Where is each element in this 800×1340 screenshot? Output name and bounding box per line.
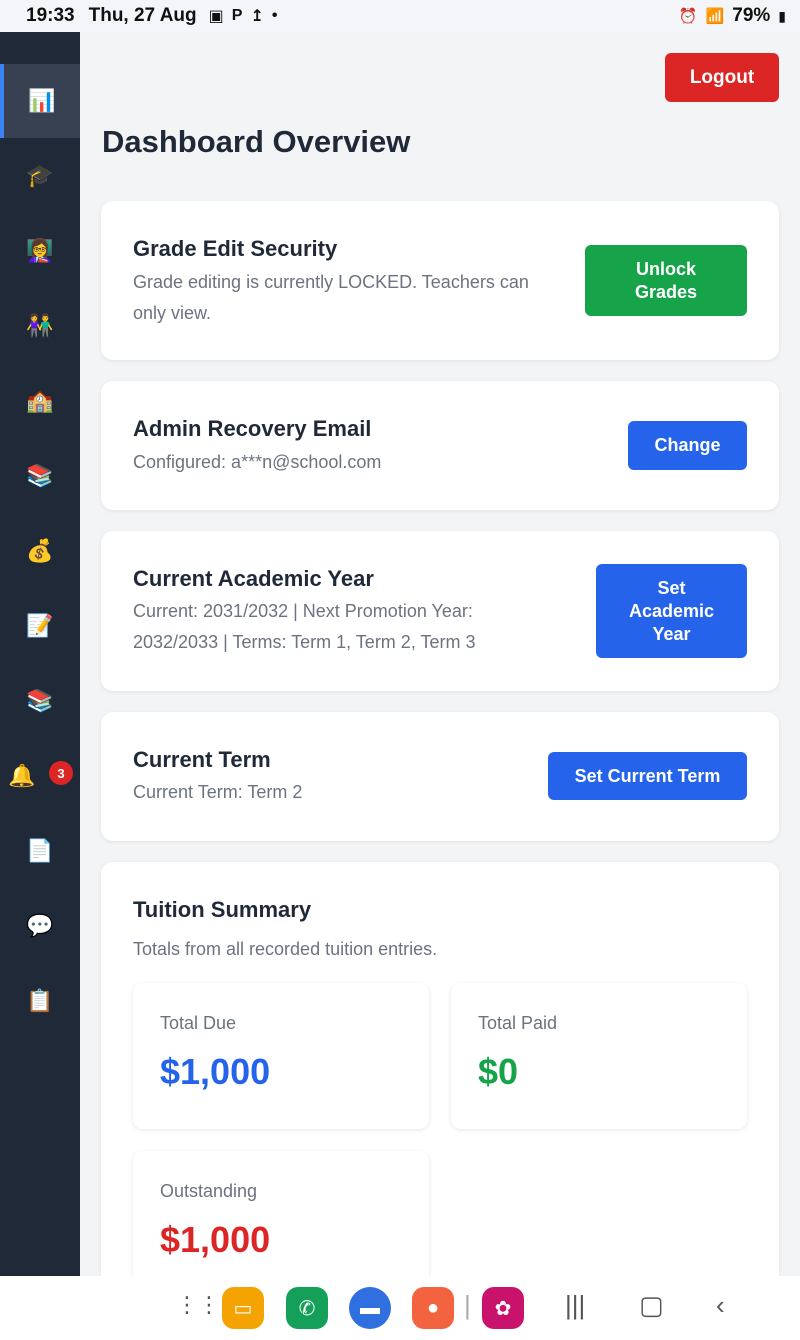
change-email-button[interactable]: Change xyxy=(628,421,747,470)
grade-security-card: Grade Edit Security Grade editing is cur… xyxy=(101,201,779,360)
sidebar-item-teachers[interactable]: 👩‍🏫 xyxy=(0,214,80,288)
grade-security-desc-line-2: only view. xyxy=(133,303,212,323)
books-icon: 📚 xyxy=(26,463,54,488)
sidebar-item-reports[interactable]: 📋 xyxy=(0,964,80,1038)
school-icon: 🏫 xyxy=(26,388,54,413)
sidebar-item-dashboard[interactable]: 📊 xyxy=(0,64,80,138)
current-term-value: Current Term: Term 2 xyxy=(133,782,303,802)
graduation-cap-icon: 🎓 xyxy=(26,163,54,188)
recents-icon[interactable]: ||| xyxy=(565,1290,585,1321)
recovery-email-value: Configured: a***n@school.com xyxy=(133,452,382,472)
tuition-summary-title: Tuition Summary xyxy=(133,897,312,922)
tuition-summary-description: Totals from all recorded tuition entries… xyxy=(133,939,438,959)
set-current-term-button[interactable]: Set Current Term xyxy=(548,752,747,800)
set-academic-year-label-3: Year xyxy=(652,623,691,644)
total-due-stat: Total Due $1,000 xyxy=(133,983,429,1129)
files-app-icon[interactable]: ▭ xyxy=(222,1287,264,1329)
academic-year-description: Current: 2031/2032 | Next Promotion Year… xyxy=(133,596,476,658)
separator-icon: | xyxy=(464,1290,471,1320)
outstanding-value: $1,000 xyxy=(160,1219,271,1260)
total-paid-stat: Total Paid $0 xyxy=(451,983,747,1129)
phone-app-icon[interactable]: ✆ xyxy=(286,1287,328,1329)
library-icon: 📚 xyxy=(26,688,54,713)
sidebar-item-notifications[interactable]: 🔔 3 xyxy=(0,739,80,813)
wifi-icon: 📶 xyxy=(705,8,725,25)
students-icon: 👫 xyxy=(26,313,54,338)
current-term-card: Current Term Current Term: Term 2 Set Cu… xyxy=(101,712,779,841)
academic-year-title: Current Academic Year xyxy=(133,566,374,591)
navigation-bar: ⋮⋮⋮ ▭ ✆ ▬ ● | ✿ ||| ▢ ‹ xyxy=(0,1276,800,1340)
total-due-label: Total Due xyxy=(160,1013,237,1033)
chat-icon: 💬 xyxy=(26,913,54,938)
gallery-app-icon[interactable]: ✿ xyxy=(482,1287,524,1329)
sidebar-item-finance[interactable]: 💰 xyxy=(0,514,80,588)
teacher-icon: 👩‍🏫 xyxy=(26,238,54,263)
document-icon: 📄 xyxy=(26,838,54,863)
outstanding-label: Outstanding xyxy=(160,1181,258,1201)
upload-icon: ↥ xyxy=(250,8,264,25)
page-title: Dashboard Overview xyxy=(102,124,411,159)
recovery-email-title: Admin Recovery Email xyxy=(133,416,372,441)
current-term-title: Current Term xyxy=(133,747,271,772)
sidebar-item-grades[interactable]: 📝 xyxy=(0,589,80,663)
unlock-grades-button[interactable]: Unlock Grades xyxy=(585,245,747,316)
sidebar-item-library[interactable]: 📚 xyxy=(0,664,80,738)
status-bar: 19:33 Thu, 27 Aug ▣ P ↥ • ⏰ 📶 79% ▮ xyxy=(0,0,800,32)
set-academic-year-label-1: Set xyxy=(657,577,686,598)
sidebar-item-messages[interactable]: 💬 xyxy=(0,889,80,963)
tuition-summary-card: Tuition Summary Totals from all recorded… xyxy=(101,862,779,1297)
clipboard-icon: 📋 xyxy=(26,988,54,1013)
grade-security-description: Grade editing is currently LOCKED. Teach… xyxy=(133,267,529,329)
notification-badge: 3 xyxy=(49,761,73,785)
academic-year-desc-line-2: 2032/2033 | Terms: Term 1, Term 2, Term … xyxy=(133,632,476,652)
contacts-app-icon[interactable]: ● xyxy=(412,1287,454,1329)
battery-icon: ▮ xyxy=(778,7,786,24)
dashboard-icon: 📊 xyxy=(28,88,56,113)
home-icon[interactable]: ▢ xyxy=(639,1290,664,1321)
sidebar-item-graduation[interactable]: 🎓 xyxy=(0,139,80,213)
logout-button[interactable]: Logout xyxy=(665,53,779,102)
grade-security-title: Grade Edit Security xyxy=(133,236,338,261)
battery-level: 79% xyxy=(732,5,771,26)
gallery-icon: ▣ xyxy=(208,8,224,25)
status-date: Thu, 27 Aug xyxy=(88,5,197,26)
back-icon[interactable]: ‹ xyxy=(716,1290,725,1321)
set-academic-year-label-2: Academic xyxy=(628,600,715,621)
sidebar-item-school[interactable]: 🏫 xyxy=(0,364,80,438)
set-academic-year-button[interactable]: Set Academic Year xyxy=(596,564,747,658)
grade-security-desc-line-1: Grade editing is currently LOCKED. Teach… xyxy=(133,272,529,292)
sidebar-item-students[interactable]: 👫 xyxy=(0,289,80,363)
total-paid-value: $0 xyxy=(478,1051,519,1092)
academic-year-desc-line-1: Current: 2031/2032 | Next Promotion Year… xyxy=(133,601,473,621)
dot-icon: • xyxy=(271,7,278,24)
sidebar: 📊 🎓 👩‍🏫 👫 🏫 📚 💰 📝 📚 🔔 3 📄 💬 📋 xyxy=(0,32,80,1276)
memo-icon: 📝 xyxy=(26,613,54,638)
sidebar-item-documents[interactable]: 📄 xyxy=(0,814,80,888)
unlock-grades-label-2: Grades xyxy=(634,281,698,302)
parking-icon: P xyxy=(231,7,243,24)
recovery-email-card: Admin Recovery Email Configured: a***n@s… xyxy=(101,381,779,510)
money-bag-icon: 💰 xyxy=(26,538,54,563)
status-time: 19:33 xyxy=(26,5,75,26)
bell-icon: 🔔 xyxy=(8,763,36,788)
academic-year-card: Current Academic Year Current: 2031/2032… xyxy=(101,531,779,691)
sidebar-item-subjects[interactable]: 📚 xyxy=(0,439,80,513)
alarm-icon: ⏰ xyxy=(678,8,698,25)
unlock-grades-label-1: Unlock xyxy=(635,258,696,279)
total-due-value: $1,000 xyxy=(160,1051,271,1092)
messages-app-icon[interactable]: ▬ xyxy=(349,1287,391,1329)
total-paid-label: Total Paid xyxy=(478,1013,558,1033)
